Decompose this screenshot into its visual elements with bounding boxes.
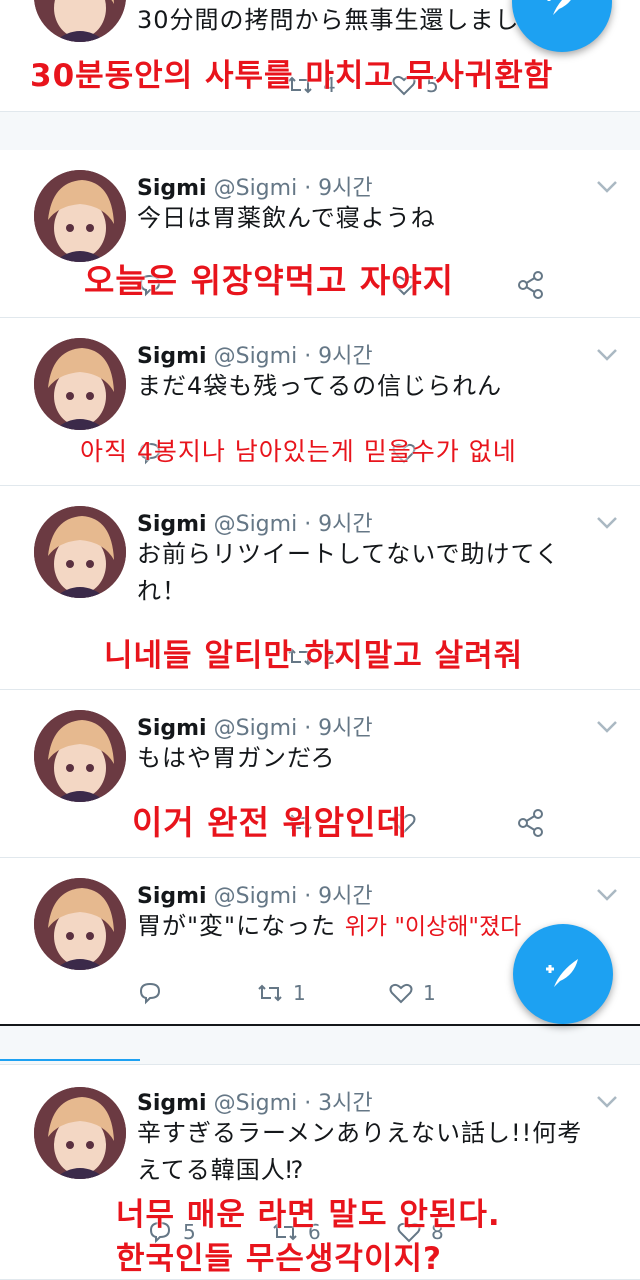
handle[interactable]: @Sigmi [214,716,298,741]
handle[interactable]: @Sigmi [214,1091,298,1116]
translation-caption: 오늘은 위장약먹고 자야지 [84,261,454,300]
tweet-header: Sigmi @Sigmi · 9시간 [137,506,373,538]
translation-caption: 아직 4봉지나 남아있는게 믿을수가 없네 [80,437,517,466]
timestamp: · 9시간 [297,884,373,909]
tweet[interactable]: Sigmi @Sigmi · 9시간 お前らリツイートしてないで助けてくれ！ 2… [0,486,640,690]
timestamp: · 9시간 [297,176,373,201]
avatar[interactable] [34,710,126,802]
tweet-text: もはや胃ガンだろ [137,744,336,772]
compose-tweet-icon [547,0,571,15]
compose-tweet-icon [546,959,578,987]
translation-caption: 이거 완전 위암인데 [132,803,408,842]
tweet-text: まだ4袋も残ってるの信じられん [137,372,503,400]
avatar[interactable] [34,0,126,42]
retweet-count: 1 [293,981,306,1005]
display-name[interactable]: Sigmi [137,716,207,741]
share-icon[interactable] [514,268,548,302]
avatar[interactable] [34,170,126,262]
translation-caption: 한국인들 무슨생각이지? [116,1241,442,1277]
handle[interactable]: @Sigmi [214,884,298,909]
tweet-header: Sigmi @Sigmi · 3시간 [137,1085,373,1117]
translation-caption: 30분동안의 사투를 마치고 무사귀환함 [30,58,554,94]
chevron-down-icon[interactable] [596,348,618,362]
tweet-text: お前らリツイートしてないで助けてくれ！ [137,540,560,605]
timestamp: · 3시간 [297,1091,373,1116]
translation-caption: 니네들 알티만 하지말고 살려줘 [104,638,524,674]
display-name[interactable]: Sigmi [137,884,207,909]
chevron-down-icon[interactable] [596,888,618,902]
tweet[interactable]: Sigmi @Sigmi · 9시간 今日は胃薬飲んで寝ようね 오늘은 위장약먹… [0,150,640,318]
header-divider [0,1059,140,1061]
tweet-text: 辛すぎるラーメンありえない話し!!何考えてる韓国人⁉ [137,1119,583,1184]
reply-icon [139,982,161,1005]
like-icon [389,983,413,1004]
compose-tweet-button[interactable] [513,924,613,1024]
like-count: 1 [423,981,436,1005]
display-name[interactable]: Sigmi [137,344,207,369]
tweet[interactable]: Sigmi @Sigmi · 3시간 辛すぎるラーメンありえない話し!!何考えて… [0,1059,640,1280]
like-button[interactable]: 1 [389,976,436,1010]
display-name[interactable]: Sigmi [137,512,207,537]
chevron-down-icon[interactable] [596,516,618,530]
timestamp: · 9시간 [297,344,373,369]
translation-caption: 너무 매운 라면 말도 안된다. [116,1197,501,1233]
avatar[interactable] [34,878,126,970]
retweet-button[interactable]: 1 [257,976,306,1010]
tweet-header: Sigmi @Sigmi · 9시간 [137,170,373,202]
avatar[interactable] [34,1087,126,1179]
timestamp: · 9시간 [297,512,373,537]
reply-button[interactable] [137,976,163,1010]
handle[interactable]: @Sigmi [214,344,298,369]
translation-caption: 위가 "이상해"졌다 [344,914,522,940]
avatar[interactable] [34,506,126,598]
handle[interactable]: @Sigmi [214,512,298,537]
avatar[interactable] [34,338,126,430]
tweet[interactable]: Sigmi @Sigmi · 9시간 まだ4袋も残ってるの信じられん 아직 4봉… [0,318,640,486]
tweet-text: 今日は胃薬飲んで寝ようね [137,204,436,232]
chevron-down-icon[interactable] [596,1095,618,1109]
display-name[interactable]: Sigmi [137,176,207,201]
timestamp: · 9시간 [297,716,373,741]
handle[interactable]: @Sigmi [214,176,298,201]
share-icon[interactable] [514,806,548,840]
tweet[interactable]: Sigmi @Sigmi · 9시간 もはや胃ガンだろ 이거 완전 위암인데 [0,690,640,858]
retweet-icon [258,984,282,1002]
tweet-actions: 1 1 [137,976,577,1010]
tweet-header: Sigmi @Sigmi · 9시간 [137,878,373,910]
display-name[interactable]: Sigmi [137,1091,207,1116]
tweet-text-original: 胃が"変"になった [137,912,337,940]
tweet-header: Sigmi @Sigmi · 9시간 [137,338,373,370]
timeline-feed: 30分間の拷問から無事生還しまし 4 5 30분동안의 사투를 마치고 무사귀환… [0,0,640,1280]
tweet-header: Sigmi @Sigmi · 9시간 [137,710,373,742]
chevron-down-icon[interactable] [596,180,618,194]
chevron-down-icon[interactable] [596,720,618,734]
